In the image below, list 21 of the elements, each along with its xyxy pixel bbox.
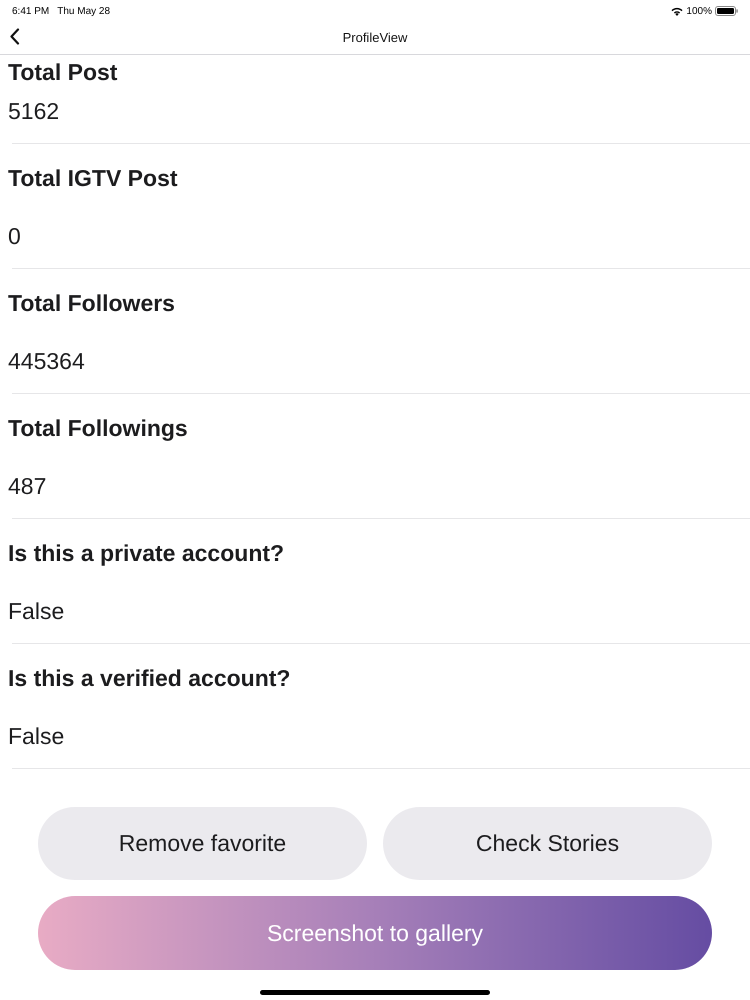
field-label: Total Followings [7,414,189,442]
status-date: Thu May 28 [57,4,110,18]
field-label: Total IGTV Post [7,164,179,192]
field-label: Total Followers [7,289,176,317]
nav-title: ProfileView [342,29,408,48]
battery-icon [715,6,738,16]
field-value: False [7,597,66,625]
field-value: False [7,722,66,750]
wifi-icon [671,6,684,16]
field-value: 5162 [7,97,60,125]
field-value: 0 [7,222,22,250]
field-label: Total Post [7,58,118,86]
secondary-button[interactable]: Check Stories [383,807,712,880]
status-time: 6:41 PM [12,4,50,18]
field-label: Is this a private account? [7,539,286,567]
battery-percent: 100% [686,4,712,18]
chevron-left-icon[interactable] [9,28,20,45]
field-label: Is this a verified account? [7,664,292,692]
secondary-button[interactable]: Remove favorite [38,807,367,880]
field-value: 487 [7,472,48,500]
field-value: 445364 [7,347,86,375]
